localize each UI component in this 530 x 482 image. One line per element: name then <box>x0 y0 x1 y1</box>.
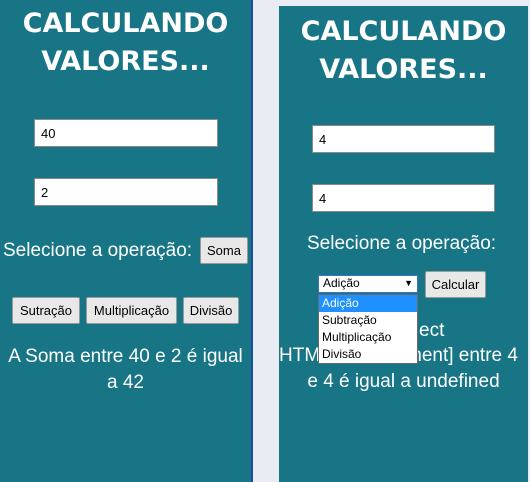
result-line2: a 42 <box>107 372 144 393</box>
option-multiplicacao[interactable]: Multiplicação <box>319 329 417 346</box>
operation-select[interactable]: Adição ▼ <box>318 275 418 293</box>
divisao-button[interactable]: Divisão <box>183 297 239 324</box>
option-adicao[interactable]: Adição <box>319 295 417 312</box>
operation-label: Selecione a operação: <box>3 240 193 261</box>
second-number-input[interactable] <box>34 178 218 206</box>
option-divisao[interactable]: Divisão <box>319 346 417 363</box>
first-number-input[interactable] <box>34 119 218 147</box>
result-line3: e 4 é igual a undefined <box>307 371 500 392</box>
result-line2-right: ment] entre 4 <box>406 345 518 366</box>
operation-label: Selecione a operação: <box>307 233 497 254</box>
second-number-input[interactable] <box>312 184 495 212</box>
soma-button[interactable]: Soma <box>200 237 248 264</box>
select-value: Adição <box>323 276 360 290</box>
result-line1: A Soma entre 40 e 2 é igual <box>8 346 243 367</box>
left-calculator-panel: CALCULANDO VALORES... Selecione a operaç… <box>0 0 253 482</box>
multiplicacao-button[interactable]: Multiplicação <box>86 297 177 324</box>
operation-dropdown-list: Adição Subtração Multiplicação Divisão <box>318 294 418 364</box>
subtracao-button[interactable]: Sutração <box>12 297 80 324</box>
page-title-line2: VALORES... <box>319 54 488 85</box>
calcular-button[interactable]: Calcular <box>425 271 486 298</box>
result-line2-left: HTM <box>279 345 321 366</box>
page-title-line1: CALCULANDO <box>22 8 229 39</box>
first-number-input[interactable] <box>312 125 495 153</box>
right-calculator-panel: CALCULANDO VALORES... Selecione a operaç… <box>279 6 528 482</box>
dropdown-arrow-icon: ▼ <box>404 278 413 288</box>
option-subtracao[interactable]: Subtração <box>319 312 417 329</box>
page-title-line1: CALCULANDO <box>300 16 507 47</box>
page-title-line2: VALORES... <box>41 46 210 77</box>
